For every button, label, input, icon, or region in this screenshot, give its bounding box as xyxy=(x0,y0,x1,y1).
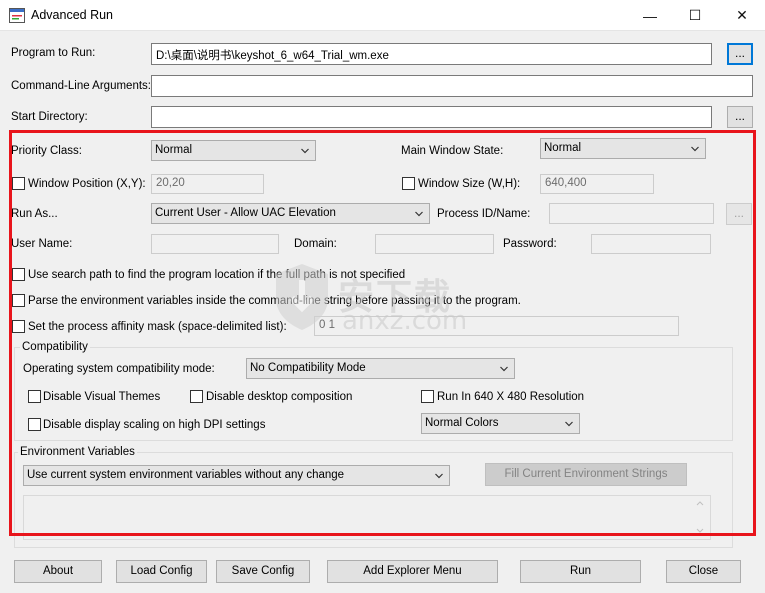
run-button[interactable]: Run xyxy=(520,560,641,583)
fill-environment-button[interactable]: Fill Current Environment Strings xyxy=(485,463,687,486)
user-name-label: User Name: xyxy=(11,238,73,250)
program-browse-button[interactable]: ... xyxy=(727,43,753,65)
app-icon xyxy=(9,8,25,23)
affinity-label: Set the process affinity mask (space-del… xyxy=(28,321,287,333)
process-id-label: Process ID/Name: xyxy=(437,208,531,220)
window-size-checkbox[interactable] xyxy=(402,177,415,190)
chevron-down-icon xyxy=(415,211,423,217)
colors-value: Normal Colors xyxy=(425,417,499,429)
chevron-down-icon xyxy=(435,473,443,479)
environment-title: Environment Variables xyxy=(18,446,137,458)
password-input[interactable] xyxy=(591,234,711,254)
maximize-icon: ☐ xyxy=(688,7,702,23)
chevron-down-icon xyxy=(691,146,699,152)
chevron-down-icon xyxy=(301,148,309,154)
run-as-value: Current User - Allow UAC Elevation xyxy=(155,207,336,219)
close-window-button[interactable]: ✕ xyxy=(719,0,765,31)
run-as-select[interactable]: Current User - Allow UAC Elevation xyxy=(151,203,430,224)
priority-value: Normal xyxy=(155,144,193,156)
about-button[interactable]: About xyxy=(14,560,102,583)
disable-desktop-composition-label: Disable desktop composition xyxy=(206,391,353,403)
domain-input[interactable] xyxy=(375,234,494,254)
program-path-input[interactable]: D:\桌面\说明书\keyshot_6_w64_Trial_wm.exe xyxy=(151,43,712,65)
colors-select[interactable]: Normal Colors xyxy=(421,413,580,434)
priority-select[interactable]: Normal xyxy=(151,140,316,161)
disable-dpi-checkbox[interactable] xyxy=(28,418,41,431)
environment-mode-value: Use current system environment variables… xyxy=(27,469,345,481)
process-id-input[interactable] xyxy=(549,203,714,224)
priority-label: Priority Class: xyxy=(11,145,82,157)
window-size-input[interactable]: 640,400 xyxy=(540,174,654,194)
save-config-button[interactable]: Save Config xyxy=(216,560,310,583)
os-compat-select[interactable]: No Compatibility Mode xyxy=(246,358,515,379)
chevron-down-icon xyxy=(500,366,508,372)
disable-dpi-label: Disable display scaling on high DPI sett… xyxy=(43,419,266,431)
window-size-label: Window Size (W,H): xyxy=(418,178,521,190)
minimize-button[interactable]: — xyxy=(627,0,673,31)
close-button[interactable]: Close xyxy=(666,560,741,583)
main-window-state-label: Main Window State: xyxy=(401,145,504,157)
run-640-label: Run In 640 X 480 Resolution xyxy=(437,391,585,403)
main-window-state-select[interactable]: Normal xyxy=(540,138,706,159)
command-line-args-input[interactable] xyxy=(151,75,753,97)
scrollbar-arrows-icon xyxy=(696,501,704,533)
start-directory-input[interactable] xyxy=(151,106,712,128)
start-directory-browse-button[interactable]: ... xyxy=(727,106,753,128)
password-label: Password: xyxy=(503,238,557,250)
run-640-checkbox[interactable] xyxy=(421,390,434,403)
domain-label: Domain: xyxy=(294,238,337,250)
window-position-label: Window Position (X,Y): xyxy=(28,178,146,190)
window-position-checkbox[interactable] xyxy=(12,177,25,190)
load-config-button[interactable]: Load Config xyxy=(116,560,207,583)
parse-env-checkbox[interactable] xyxy=(12,294,25,307)
user-name-input[interactable] xyxy=(151,234,279,254)
program-label: Program to Run: xyxy=(11,47,96,59)
window-title: Advanced Run xyxy=(31,8,114,22)
environment-strings-textarea[interactable] xyxy=(23,495,711,540)
main-window-state-value: Normal xyxy=(544,142,582,154)
search-path-checkbox[interactable] xyxy=(12,268,25,281)
affinity-checkbox[interactable] xyxy=(12,320,25,333)
compatibility-title: Compatibility xyxy=(20,341,90,353)
minimize-icon: — xyxy=(643,7,657,24)
os-compat-value: No Compatibility Mode xyxy=(250,362,366,374)
watermark-logo: 安下载 anxz.com xyxy=(272,262,502,338)
add-explorer-menu-button[interactable]: Add Explorer Menu xyxy=(327,560,498,583)
disable-visual-themes-label: Disable Visual Themes xyxy=(43,391,161,403)
window-position-input[interactable]: 20,20 xyxy=(151,174,264,194)
disable-visual-themes-checkbox[interactable] xyxy=(28,390,41,403)
run-as-label: Run As... xyxy=(11,208,58,220)
close-icon: ✕ xyxy=(736,7,748,23)
disable-desktop-composition-checkbox[interactable] xyxy=(190,390,203,403)
environment-mode-select[interactable]: Use current system environment variables… xyxy=(23,465,450,486)
os-compat-label: Operating system compatibility mode: xyxy=(23,363,215,375)
title-bar: Advanced Run — ☐ ✕ xyxy=(0,0,765,31)
maximize-button[interactable]: ☐ xyxy=(672,0,718,31)
shield-icon xyxy=(276,264,328,330)
process-id-browse-button[interactable]: ... xyxy=(726,203,752,225)
start-directory-label: Start Directory: xyxy=(11,111,88,123)
watermark-text-en: anxz.com xyxy=(342,306,468,336)
args-label: Command-Line Arguments: xyxy=(11,80,151,92)
chevron-down-icon xyxy=(565,421,573,427)
